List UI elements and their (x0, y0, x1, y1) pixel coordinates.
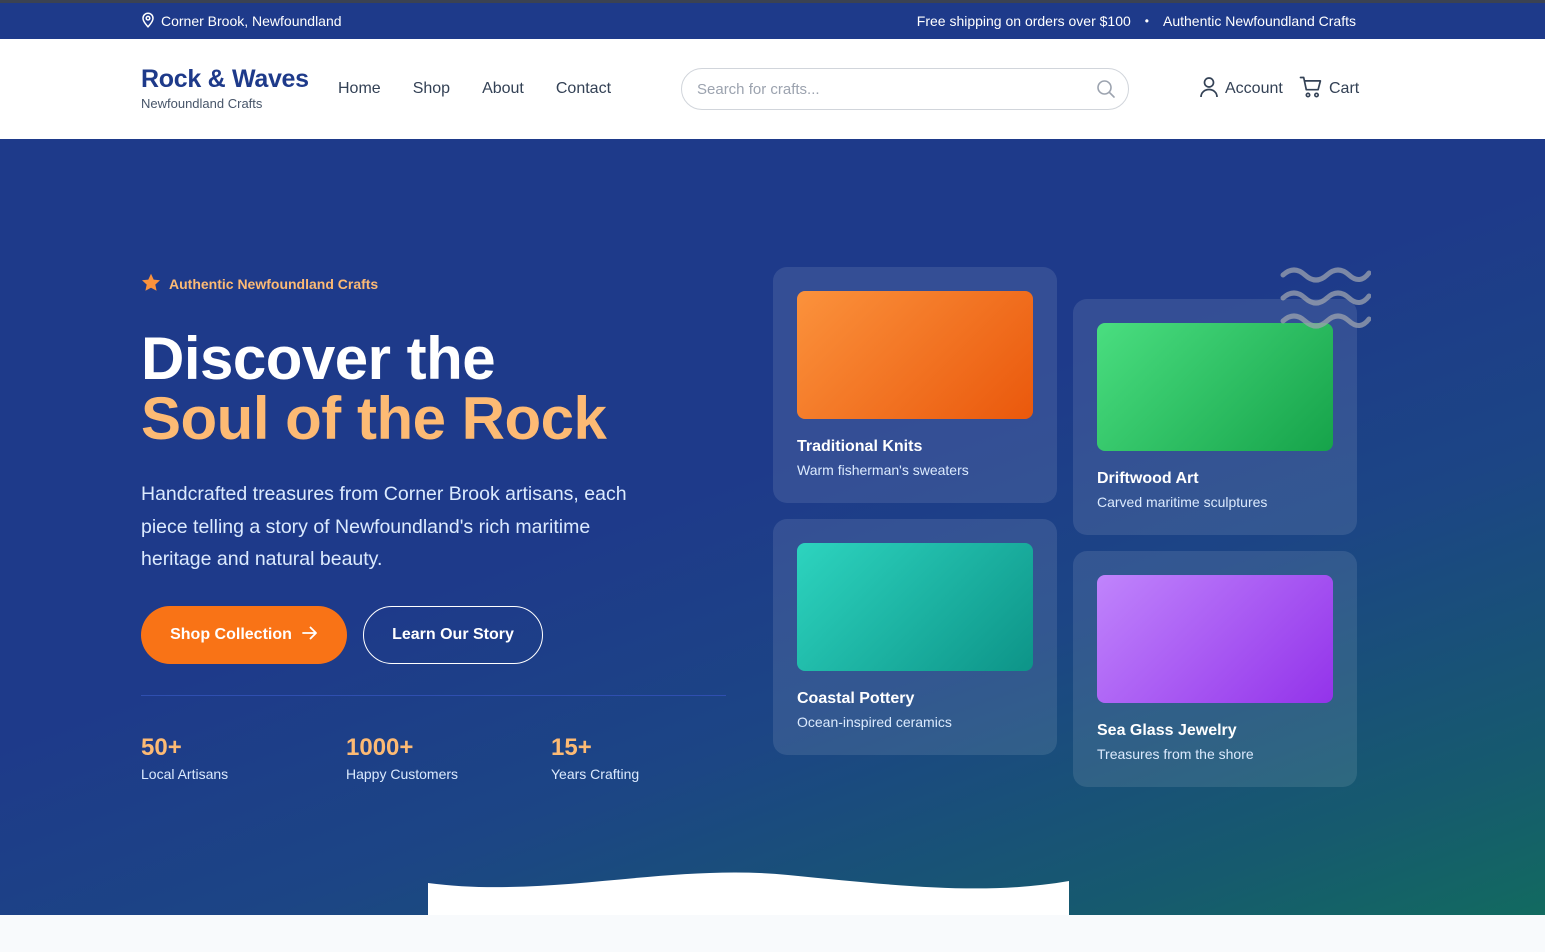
hero-badge: Authentic Newfoundland Crafts (141, 273, 378, 295)
category-subtitle: Ocean-inspired ceramics (797, 714, 952, 730)
shop-collection-button[interactable]: Shop Collection (141, 606, 347, 664)
nav-shop[interactable]: Shop (413, 80, 450, 98)
hero-section: Authentic Newfoundland Crafts Discover t… (0, 139, 1545, 915)
stat-label: Local Artisans (141, 766, 229, 782)
account-label: Account (1225, 80, 1283, 97)
category-subtitle: Warm fisherman's sweaters (797, 462, 969, 478)
top-bar: Corner Brook, Newfoundland Free shipping… (0, 0, 1545, 39)
cart-label: Cart (1329, 80, 1360, 97)
nav-about[interactable]: About (482, 80, 524, 98)
stat-value: 50+ (141, 734, 182, 761)
category-card-seaglass[interactable]: Sea Glass Jewelry Treasures from the sho… (1073, 551, 1357, 787)
site-header: Rock & Waves Newfoundland Crafts Home Sh… (0, 39, 1545, 139)
hero-description: Handcrafted treasures from Corner Brook … (141, 483, 627, 570)
logo-name: Rock & Waves (141, 65, 309, 93)
category-title: Driftwood Art (1097, 470, 1199, 487)
search-input[interactable] (697, 69, 1077, 109)
category-image (797, 543, 1033, 671)
learn-story-button[interactable]: Learn Our Story (363, 606, 543, 664)
stat-customers: 1000+ Happy Customers (346, 734, 458, 782)
category-image (797, 291, 1033, 419)
category-card-knits[interactable]: Traditional Knits Warm fisherman's sweat… (773, 267, 1057, 503)
category-title: Traditional Knits (797, 438, 923, 455)
category-subtitle: Carved maritime sculptures (1097, 494, 1268, 510)
stat-artisans: 50+ Local Artisans (141, 734, 228, 782)
arrow-right-icon (301, 626, 318, 645)
account-button[interactable]: Account (1199, 39, 1283, 139)
star-icon (141, 273, 161, 295)
map-pin-icon (141, 11, 155, 31)
user-icon (1199, 76, 1219, 103)
logo-subtitle: Newfoundland Crafts (141, 96, 263, 111)
stat-years: 15+ Years Crafting (551, 734, 639, 782)
main-nav: Home Shop About Contact (338, 39, 611, 139)
stat-value: 15+ (551, 734, 592, 761)
logo[interactable]: Rock & Waves Newfoundland Crafts (141, 65, 309, 111)
cart-button[interactable]: Cart (1299, 39, 1359, 139)
category-title: Sea Glass Jewelry (1097, 722, 1237, 739)
category-title: Coastal Pottery (797, 690, 915, 707)
waves-icon (1279, 263, 1372, 338)
stat-value: 1000+ (346, 734, 414, 761)
tagline-text: Authentic Newfoundland Crafts (1163, 13, 1356, 29)
search-box (681, 68, 1129, 110)
learn-story-label: Learn Our Story (392, 626, 514, 643)
category-subtitle: Treasures from the shore (1097, 746, 1254, 762)
nav-contact[interactable]: Contact (556, 80, 611, 98)
search-icon[interactable] (1096, 79, 1116, 104)
category-image (1097, 575, 1333, 703)
separator: • (1144, 14, 1149, 28)
bottom-wave-divider (428, 869, 1069, 915)
hero-title: Discover the Soul of the Rock (141, 325, 607, 452)
nav-home[interactable]: Home (338, 80, 381, 98)
location-info: Corner Brook, Newfoundland (141, 3, 342, 39)
category-image (1097, 323, 1333, 451)
cart-icon (1299, 75, 1323, 104)
badge-text: Authentic Newfoundland Crafts (169, 276, 379, 292)
shipping-text: Free shipping on orders over $100 (916, 13, 1131, 29)
stat-label: Years Crafting (551, 766, 640, 782)
stats-divider (141, 695, 726, 696)
hero-title-line2: Soul of the Rock (141, 385, 607, 452)
stat-label: Happy Customers (346, 766, 459, 782)
category-card-pottery[interactable]: Coastal Pottery Ocean-inspired ceramics (773, 519, 1057, 755)
hero-title-line1: Discover the (141, 325, 496, 392)
location-text: Corner Brook, Newfoundland (161, 13, 342, 29)
shop-collection-label: Shop Collection (170, 626, 292, 643)
